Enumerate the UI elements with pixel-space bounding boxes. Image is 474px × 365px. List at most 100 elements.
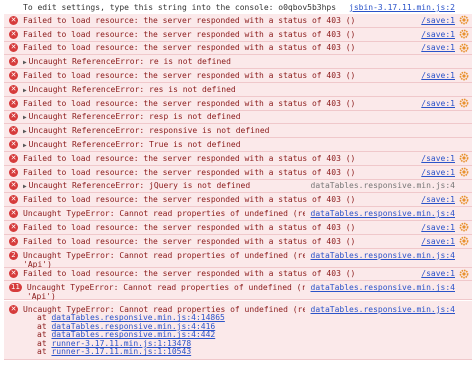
- expand-triangle-icon[interactable]: ▶: [23, 114, 27, 121]
- console-error-row[interactable]: ✕ Failed to load resource: the server res…: [4, 267, 472, 282]
- expand-triangle-icon[interactable]: ▶: [23, 142, 27, 149]
- error-message-text: Uncaught ReferenceError: resp is not def…: [28, 112, 241, 122]
- console-error-row[interactable]: ✕ Failed to load resource: the server res…: [4, 41, 472, 56]
- source-link[interactable]: /save:1: [421, 154, 455, 163]
- console-error-row[interactable]: ✕ Failed to load resource: the server res…: [4, 152, 472, 166]
- error-icon: ✕: [9, 209, 18, 219]
- console-error-row[interactable]: 11 Uncaught TypeError: Cannot read proper…: [4, 281, 472, 302]
- network-request-icon[interactable]: [459, 222, 469, 232]
- error-message-text: Uncaught ReferenceError: responsive is n…: [28, 126, 270, 136]
- console-error-row[interactable]: ✕ Failed to load resource: the server res…: [4, 14, 472, 28]
- network-request-icon[interactable]: [459, 153, 469, 163]
- network-request-icon[interactable]: [459, 29, 469, 39]
- source-link[interactable]: dataTables.responsive.min.js:4: [311, 181, 456, 190]
- error-icon: ✕: [9, 71, 18, 81]
- console-error-row[interactable]: ✕ ▶ Uncaught ReferenceError: True is not d…: [4, 138, 472, 152]
- stack-frame-link[interactable]: runner-3.17.11.min.js:1:10543: [51, 347, 191, 357]
- error-icon: ✕: [9, 269, 18, 279]
- expand-triangle-icon[interactable]: ▶: [23, 183, 27, 190]
- gear-spacer: [459, 304, 469, 314]
- console-error-row[interactable]: ✕ ▶ Uncaught ReferenceError: resp is not d…: [4, 110, 472, 125]
- error-message-text: Failed to load resource: the server resp…: [23, 236, 356, 246]
- error-message: ▶ Uncaught ReferenceError: True is not de…: [23, 140, 455, 149]
- source-link[interactable]: /save:1: [421, 168, 455, 177]
- network-request-icon[interactable]: [459, 15, 469, 25]
- error-icon: ✕: [9, 222, 18, 232]
- expand-triangle-icon[interactable]: ▶: [23, 87, 27, 94]
- source-link[interactable]: /save:1: [421, 43, 455, 52]
- source-link[interactable]: /save:1: [421, 99, 455, 108]
- error-message: Failed to load resource: the server resp…: [23, 30, 415, 39]
- expand-triangle-icon[interactable]: ▶: [23, 59, 27, 66]
- source-link[interactable]: dataTables.responsive.min.js:4: [311, 283, 456, 292]
- source-link[interactable]: dataTables.responsive.min.js:4: [311, 251, 456, 260]
- error-message: Failed to load resource: the server resp…: [23, 154, 415, 163]
- source-link[interactable]: /save:1: [421, 30, 455, 39]
- error-message-text-cont: 'Api'): [26, 292, 56, 302]
- source-link[interactable]: /save:1: [421, 195, 455, 204]
- error-message-text: Failed to load resource: the server resp…: [23, 167, 356, 177]
- error-icon: ✕: [9, 181, 18, 191]
- error-icon: ✕: [9, 15, 18, 25]
- error-icon: ✕: [9, 304, 18, 314]
- source-link[interactable]: dataTables.responsive.min.js:4: [311, 209, 456, 218]
- console-error-row[interactable]: ✕ Failed to load resource: the server res…: [4, 96, 472, 111]
- error-icon: ✕: [9, 29, 18, 39]
- console-error-row[interactable]: ✕ Failed to load resource: the server res…: [4, 234, 472, 249]
- console-error-row[interactable]: 2 Uncaught TypeError: Cannot read propert…: [4, 248, 472, 269]
- source-link[interactable]: /save:1: [421, 71, 455, 80]
- error-message: ▶ Uncaught ReferenceError: re is not defi…: [23, 57, 455, 66]
- console-header-row: To edit settings, type this string into …: [4, 1, 472, 14]
- error-message: Failed to load resource: the server resp…: [23, 237, 415, 246]
- error-message: Failed to load resource: the server resp…: [23, 168, 415, 177]
- console-error-row[interactable]: ✕ ▶ Uncaught ReferenceError: responsive is…: [4, 124, 472, 139]
- source-link[interactable]: /save:1: [421, 237, 455, 246]
- error-message-text: Failed to load resource: the server resp…: [23, 195, 356, 205]
- stack-frame-prefix: at: [37, 347, 52, 357]
- error-icon: ✕: [9, 112, 18, 122]
- error-message-text: Failed to load resource: the server resp…: [23, 15, 356, 25]
- expand-triangle-icon[interactable]: ▶: [23, 128, 27, 135]
- network-request-icon[interactable]: [459, 195, 469, 205]
- gear-spacer: [459, 181, 469, 191]
- source-link[interactable]: /save:1: [421, 223, 455, 232]
- console-panel: To edit settings, type this string into …: [0, 0, 474, 365]
- console-error-row[interactable]: ✕ Failed to load resource: the server res…: [4, 27, 472, 42]
- gear-spacer: [459, 57, 469, 67]
- console-error-row[interactable]: ✕ ▶ Uncaught ReferenceError: jQuery is not…: [4, 179, 472, 194]
- gear-spacer: [459, 84, 469, 94]
- console-error-row[interactable]: ✕ ▶ Uncaught ReferenceError: res is not de…: [4, 83, 472, 97]
- error-icon: ✕: [9, 126, 18, 136]
- console-error-row[interactable]: ✕ Failed to load resource: the server res…: [4, 221, 472, 235]
- gear-spacer: [459, 140, 469, 150]
- source-link[interactable]: jsbin-3.17.11.min.js:2: [349, 3, 455, 12]
- error-message: ▶ Uncaught ReferenceError: jQuery is not …: [23, 181, 305, 190]
- gear-spacer: [459, 126, 469, 136]
- console-error-row[interactable]: ✕ Failed to load resource: the server res…: [4, 165, 472, 180]
- console-error-row[interactable]: ✕ Uncaught TypeError: Cannot read propert…: [4, 207, 472, 221]
- error-message-text: Failed to load resource: the server resp…: [23, 29, 356, 39]
- console-error-row[interactable]: ✕ ▶ Uncaught ReferenceError: re is not def…: [4, 55, 472, 70]
- network-request-icon[interactable]: [459, 98, 469, 108]
- stack-frame: at runner-3.17.11.min.js:1:10543: [24, 348, 472, 357]
- console-error-row-expanded[interactable]: ✕ Uncaught TypeError: Cannot read propert…: [4, 301, 472, 360]
- source-link[interactable]: /save:1: [421, 16, 455, 25]
- network-request-icon[interactable]: [459, 269, 469, 279]
- gear-spacer: [459, 112, 469, 122]
- gear-spacer: [459, 283, 469, 293]
- console-error-row[interactable]: ✕ Failed to load resource: the server res…: [4, 69, 472, 83]
- error-count-badge: 11: [9, 283, 22, 293]
- network-request-icon[interactable]: [459, 71, 469, 81]
- error-message: Failed to load resource: the server resp…: [23, 223, 415, 232]
- source-link[interactable]: /save:1: [421, 269, 455, 278]
- console-error-row[interactable]: ✕ Failed to load resource: the server res…: [4, 193, 472, 208]
- error-icon: ✕: [9, 84, 18, 94]
- error-message-text: Uncaught ReferenceError: True is not def…: [28, 140, 241, 150]
- network-request-icon[interactable]: [459, 236, 469, 246]
- network-request-icon[interactable]: [459, 167, 469, 177]
- error-icon: ✕: [9, 153, 18, 163]
- error-message-text: Failed to load resource: the server resp…: [23, 98, 356, 108]
- source-link[interactable]: dataTables.responsive.min.js:4: [311, 305, 456, 314]
- network-request-icon[interactable]: [459, 43, 469, 53]
- error-message: Uncaught TypeError: Cannot read properti…: [23, 209, 305, 218]
